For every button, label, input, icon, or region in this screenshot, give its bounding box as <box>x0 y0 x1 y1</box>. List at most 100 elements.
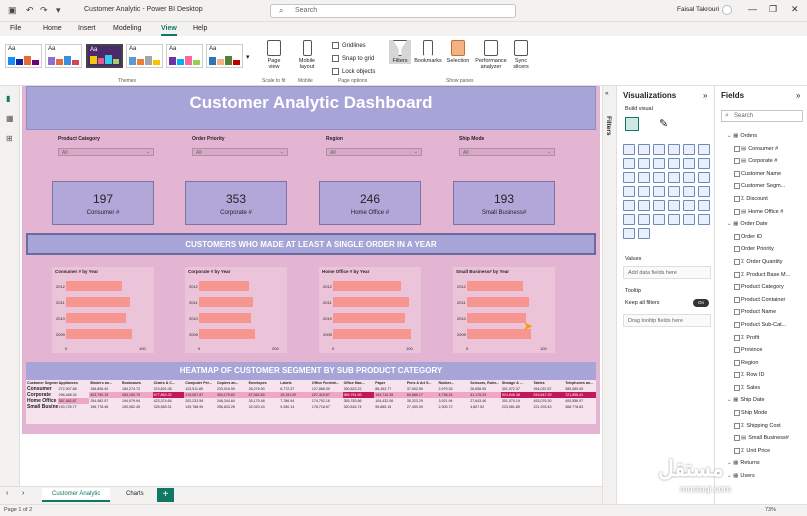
bar[interactable] <box>333 297 409 307</box>
selection-button[interactable]: Selection <box>445 40 471 64</box>
tab-customer-analytic[interactable]: Customer Analytic <box>42 488 111 502</box>
filters-pane-collapsed[interactable]: « Filters <box>602 86 616 504</box>
bar[interactable] <box>333 329 412 339</box>
slicer-dropdown[interactable]: All ⌄ <box>326 148 422 156</box>
power-apps-visual-icon[interactable] <box>698 214 710 225</box>
clustered-bar-visual-icon[interactable] <box>653 144 665 155</box>
field-item[interactable]: Product Name <box>721 306 807 319</box>
field-checkbox[interactable] <box>734 410 740 417</box>
bar-chart[interactable]: Consumer # by Year 2012 2011 2010 2009 0 100 <box>52 267 154 353</box>
bar[interactable] <box>199 297 253 307</box>
field-checkbox[interactable] <box>734 422 740 429</box>
slicer-order-priority[interactable]: Order Priority All ⌄ <box>192 136 288 156</box>
theme-tile-4[interactable]: Aa <box>126 44 163 68</box>
slicer-dropdown[interactable]: All ⌄ <box>459 148 555 156</box>
field-item[interactable]: ▤ Consumer # <box>721 143 807 156</box>
field-item[interactable]: Product Sub-Cat... <box>721 319 807 332</box>
filled-map-visual-icon[interactable] <box>638 186 650 197</box>
field-item[interactable]: Σ Product Base M... <box>721 269 807 282</box>
field-item[interactable]: Product Container <box>721 294 807 307</box>
field-item[interactable]: ▤ Home Office # <box>721 206 807 219</box>
keep-filters-toggle[interactable]: On <box>693 299 709 307</box>
line-visual-icon[interactable] <box>623 158 635 169</box>
report-view-icon[interactable]: ▮ <box>6 94 15 103</box>
field-checkbox[interactable] <box>734 233 740 240</box>
mobile-layout-button[interactable]: Mobile layout <box>294 40 320 70</box>
field-item[interactable]: Σ Sales <box>721 382 807 395</box>
collapse-chevron-icon[interactable]: » <box>703 91 707 100</box>
lock-objects-checkbox[interactable]: Lock objects <box>332 68 375 75</box>
field-table[interactable]: ⌄ ▦ Order Date <box>721 218 807 231</box>
bar[interactable] <box>467 281 523 291</box>
page-view-button[interactable]: Page view <box>262 40 286 70</box>
table-view-icon[interactable]: ▦ <box>6 114 15 123</box>
field-checkbox[interactable] <box>734 372 740 379</box>
bookmarks-button[interactable]: Bookmarks <box>414 40 442 64</box>
field-checkbox[interactable] <box>734 384 740 391</box>
gauge-visual-icon[interactable] <box>668 186 680 197</box>
gridlines-checkbox[interactable]: Gridlines <box>332 42 366 49</box>
field-checkbox[interactable] <box>734 284 740 291</box>
sync-slicers-button[interactable]: Sync slicers <box>510 40 532 70</box>
field-item[interactable]: Σ Discount <box>721 193 807 206</box>
field-checkbox[interactable] <box>734 435 740 442</box>
more-visuals-visual-icon[interactable] <box>638 228 650 239</box>
menu-home[interactable]: Home <box>43 25 62 32</box>
performance-analyzer-button[interactable]: Performance analyzer <box>473 40 509 70</box>
tooltip-well[interactable]: Drag tooltip fields here <box>623 314 711 327</box>
restore-button[interactable]: ❐ <box>769 4 777 15</box>
format-visual-icon[interactable]: ✎ <box>659 117 668 130</box>
field-checkbox[interactable] <box>734 347 740 354</box>
table-visual-icon[interactable] <box>653 200 665 211</box>
expand-chevron-icon[interactable]: « <box>605 90 609 97</box>
tab-nav-next-icon[interactable]: › <box>22 490 24 497</box>
field-item[interactable]: ▤ Corporate # <box>721 155 807 168</box>
bar[interactable] <box>66 329 132 339</box>
bar[interactable] <box>333 281 401 291</box>
field-table[interactable]: ⌄ ▦ Returns <box>721 457 807 470</box>
bar[interactable] <box>333 313 405 323</box>
field-item[interactable]: Σ Order Quantity <box>721 256 807 269</box>
field-checkbox[interactable] <box>734 246 740 253</box>
field-item[interactable]: Customer Name <box>721 168 807 181</box>
field-checkbox[interactable] <box>734 258 740 265</box>
save-icon[interactable]: ▣ <box>8 5 17 16</box>
slicer-ship-mode[interactable]: Ship Mode All ⌄ <box>459 136 555 156</box>
menu-help[interactable]: Help <box>193 25 207 32</box>
filters-button[interactable]: Filters <box>389 40 411 64</box>
themes-expand-icon[interactable]: ▾ <box>246 53 250 61</box>
qna-visual-icon[interactable] <box>653 214 665 225</box>
field-item[interactable]: Customer Segm... <box>721 180 807 193</box>
bar[interactable] <box>66 281 122 291</box>
table-row[interactable]: Small Business190,725.77 196,778.46 150,06… <box>26 404 596 410</box>
customize-toolbar-icon[interactable]: ▾ <box>56 5 61 16</box>
field-table[interactable]: ⌄ ▦ Ship Date <box>721 394 807 407</box>
bar[interactable] <box>66 313 126 323</box>
decomposition-visual-icon[interactable] <box>638 214 650 225</box>
pie-visual-icon[interactable] <box>668 172 680 183</box>
tab-charts[interactable]: Charts <box>116 488 154 502</box>
values-well[interactable]: Add data fields here <box>623 266 711 279</box>
multi-card-visual-icon[interactable] <box>698 186 710 197</box>
stacked-bar-visual-icon[interactable] <box>623 144 635 155</box>
field-item[interactable]: ▤ Small Business# <box>721 432 807 445</box>
scatter-visual-icon[interactable] <box>653 172 665 183</box>
bar[interactable] <box>66 297 130 307</box>
bar[interactable] <box>467 329 531 339</box>
menu-insert[interactable]: Insert <box>78 25 96 32</box>
kpi-card-small-business[interactable]: 193 Small Business# <box>453 181 555 225</box>
build-visual-icon[interactable] <box>625 117 639 131</box>
menu-view[interactable]: View <box>161 25 177 36</box>
add-page-button[interactable]: + <box>157 488 174 502</box>
donut-visual-icon[interactable] <box>683 172 695 183</box>
collapse-fields-chevron-icon[interactable]: » <box>796 91 800 100</box>
zoom-level[interactable]: 73% <box>765 507 776 513</box>
map-visual-icon[interactable] <box>623 186 635 197</box>
field-item[interactable]: Region <box>721 357 807 370</box>
slicer-region[interactable]: Region All ⌄ <box>326 136 422 156</box>
funnel-visual-icon[interactable] <box>638 172 650 183</box>
model-view-icon[interactable]: ⊞ <box>6 134 15 143</box>
menu-modeling[interactable]: Modeling <box>113 25 141 32</box>
bar[interactable] <box>199 329 255 339</box>
kpi-card-corporate[interactable]: 353 Corporate # <box>185 181 287 225</box>
